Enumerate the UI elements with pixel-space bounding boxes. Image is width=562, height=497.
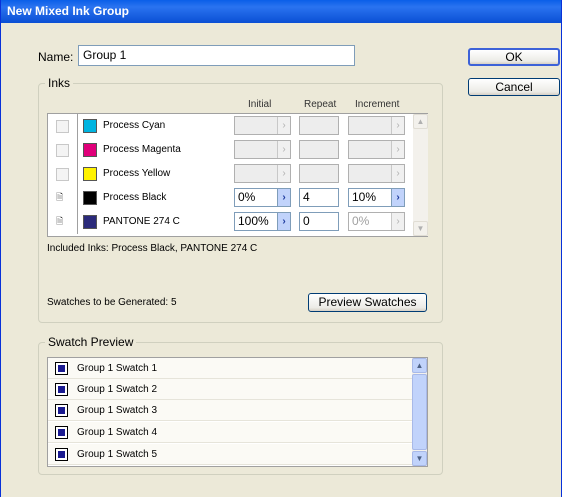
ink-row-process-magenta: Process Magenta › › — [48, 138, 413, 162]
scroll-up-icon[interactable]: ▲ — [412, 358, 427, 373]
chevron-right-icon[interactable]: › — [391, 213, 404, 230]
chevron-right-icon[interactable]: › — [391, 117, 404, 134]
scroll-up-icon[interactable]: ▲ — [413, 114, 428, 129]
ink-row-process-yellow: Process Yellow › › — [48, 162, 413, 186]
ink-swatch — [83, 167, 97, 181]
ink-swatch — [83, 215, 97, 229]
row-divider — [77, 138, 78, 162]
swatch-preview-list: Group 1 Swatch 1 Group 1 Swatch 2 Group … — [47, 357, 428, 467]
scroll-thumb[interactable] — [412, 374, 427, 450]
ink-swatch — [83, 143, 97, 157]
ink-toggle-checkbox[interactable] — [56, 144, 69, 157]
inks-scrollbar[interactable]: ▲ ▼ — [413, 114, 428, 236]
ink-name: Process Yellow — [103, 168, 171, 179]
ink-name: Process Cyan — [103, 120, 166, 131]
column-header-increment: Increment — [355, 99, 400, 110]
row-divider — [77, 162, 78, 186]
chevron-right-icon[interactable]: › — [391, 189, 404, 206]
ink-included-icon[interactable]: 🗎 — [56, 215, 69, 228]
ink-swatch — [83, 191, 97, 205]
included-inks-text: Included Inks: Process Black, PANTONE 27… — [47, 243, 258, 254]
swatch-color — [55, 383, 68, 396]
swatch-name: Group 1 Swatch 3 — [77, 405, 158, 416]
chevron-right-icon[interactable]: › — [277, 141, 290, 158]
ink-toggle-checkbox[interactable] — [56, 168, 69, 181]
preview-scrollbar[interactable]: ▲ ▼ — [412, 358, 427, 466]
repeat-field[interactable]: 4 — [299, 188, 339, 207]
column-header-repeat: Repeat — [304, 99, 337, 110]
list-item[interactable]: Group 1 Swatch 2 — [48, 379, 412, 400]
repeat-field[interactable]: 0 — [299, 212, 339, 231]
ok-button[interactable]: OK — [468, 48, 560, 66]
scroll-down-icon[interactable]: ▼ — [413, 221, 428, 236]
repeat-field[interactable] — [299, 164, 339, 183]
chevron-right-icon[interactable]: › — [277, 117, 290, 134]
list-item[interactable]: Group 1 Swatch 1 — [48, 358, 412, 379]
swatch-name: Group 1 Swatch 2 — [77, 384, 158, 395]
list-item[interactable]: Group 1 Swatch 4 — [48, 422, 412, 443]
swatch-color — [55, 426, 68, 439]
ink-row-pantone-274c: 🗎 PANTONE 274 C 100% › 0 0% › — [48, 210, 413, 234]
swatch-name: Group 1 Swatch 4 — [77, 427, 158, 438]
swatch-preview-title: Swatch Preview — [45, 335, 137, 349]
name-input[interactable]: Group 1 — [78, 45, 355, 66]
swatch-name: Group 1 Swatch 5 — [77, 449, 158, 460]
chevron-right-icon[interactable]: › — [277, 165, 290, 182]
repeat-field[interactable] — [299, 116, 339, 135]
ink-name: Process Magenta — [103, 144, 181, 155]
ink-swatch — [83, 119, 97, 133]
list-item[interactable]: Group 1 Swatch 3 — [48, 400, 412, 421]
ink-included-icon[interactable]: 🗎 — [56, 191, 69, 204]
row-divider — [77, 114, 78, 138]
ink-name: PANTONE 274 C — [103, 216, 180, 227]
chevron-right-icon[interactable]: › — [277, 189, 290, 206]
ink-toggle-checkbox[interactable] — [56, 120, 69, 133]
row-divider — [77, 210, 78, 234]
row-divider — [77, 186, 78, 210]
name-label: Name: — [38, 50, 74, 64]
ink-row-process-cyan: Process Cyan › › — [48, 114, 413, 138]
title-bar: New Mixed Ink Group — [1, 0, 561, 23]
preview-swatches-button[interactable]: Preview Swatches — [308, 293, 427, 312]
ink-name: Process Black — [103, 192, 167, 203]
chevron-right-icon[interactable]: › — [391, 141, 404, 158]
inks-list: Process Cyan › › Process Magenta › › Pro… — [47, 113, 428, 237]
column-header-initial: Initial — [248, 99, 272, 110]
scroll-down-icon[interactable]: ▼ — [412, 451, 427, 466]
swatch-color — [55, 448, 68, 461]
ink-row-process-black: 🗎 Process Black 0% › 4 10% › — [48, 186, 413, 210]
swatch-name: Group 1 Swatch 1 — [77, 363, 158, 374]
repeat-field[interactable] — [299, 140, 339, 159]
swatches-count-text: Swatches to be Generated: 5 — [47, 297, 177, 308]
cancel-button[interactable]: Cancel — [468, 78, 560, 96]
chevron-right-icon[interactable]: › — [277, 213, 290, 230]
inks-group-title: Inks — [45, 76, 74, 90]
swatch-color — [55, 362, 68, 375]
dialog-window: New Mixed Ink Group Name: Group 1 OK Can… — [0, 0, 562, 497]
swatch-color — [55, 404, 68, 417]
list-item[interactable]: Group 1 Swatch 5 — [48, 444, 412, 465]
chevron-right-icon[interactable]: › — [391, 165, 404, 182]
